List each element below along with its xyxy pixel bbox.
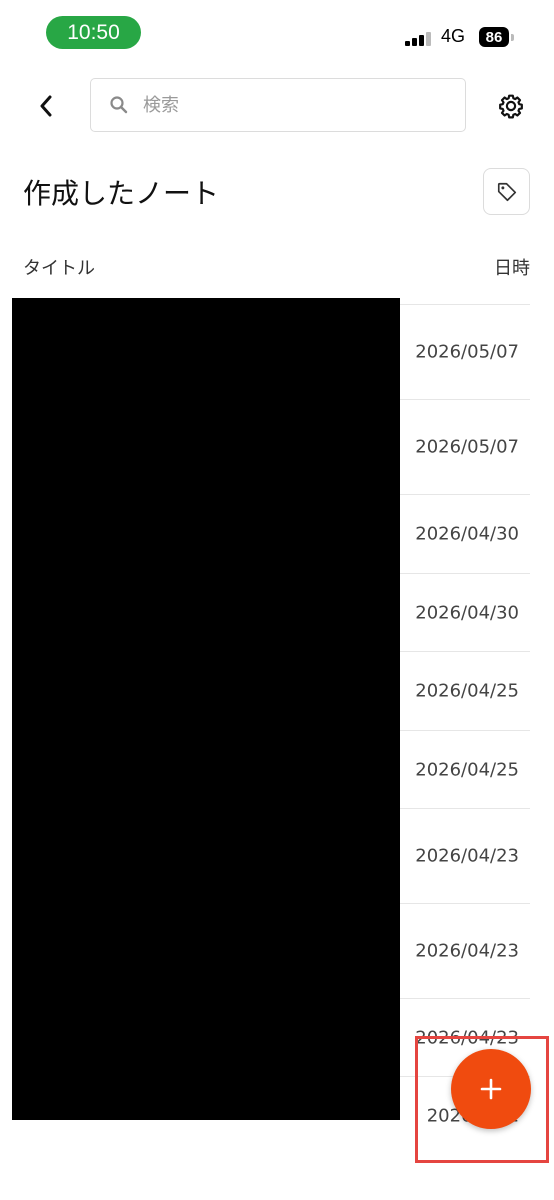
search-bar[interactable]: [90, 78, 466, 132]
signal-icon: [405, 30, 433, 46]
battery-tip: [511, 34, 514, 41]
search-input[interactable]: [141, 93, 445, 117]
tag-filter-button[interactable]: [483, 168, 530, 215]
search-icon: [109, 94, 131, 116]
note-date: 2026/04/23: [415, 940, 519, 962]
page-title: 作成したノート: [23, 177, 220, 210]
note-date: 2026/04/30: [415, 523, 519, 545]
tag-icon: [497, 182, 516, 201]
note-date: 2026/05/07: [415, 436, 519, 458]
redaction-block: [12, 298, 400, 1120]
back-chevron-icon: [40, 95, 52, 117]
note-date: 2026/04/23: [415, 845, 519, 867]
note-date: 2026/04/25: [415, 759, 519, 780]
note-date: 2026/04/25: [415, 680, 519, 702]
back-button[interactable]: [30, 88, 62, 124]
column-header-title[interactable]: タイトル: [23, 254, 95, 280]
highlight-box: [415, 1036, 549, 1163]
column-header-date[interactable]: 日時: [494, 254, 530, 280]
note-date: 2026/04/30: [415, 602, 519, 623]
battery-icon: 86: [479, 27, 509, 47]
network-label: 4G: [441, 26, 466, 46]
gear-icon: [499, 94, 523, 119]
note-date: 2026/05/07: [415, 341, 519, 363]
settings-button[interactable]: [495, 90, 527, 122]
status-time: 10:50: [46, 16, 141, 49]
